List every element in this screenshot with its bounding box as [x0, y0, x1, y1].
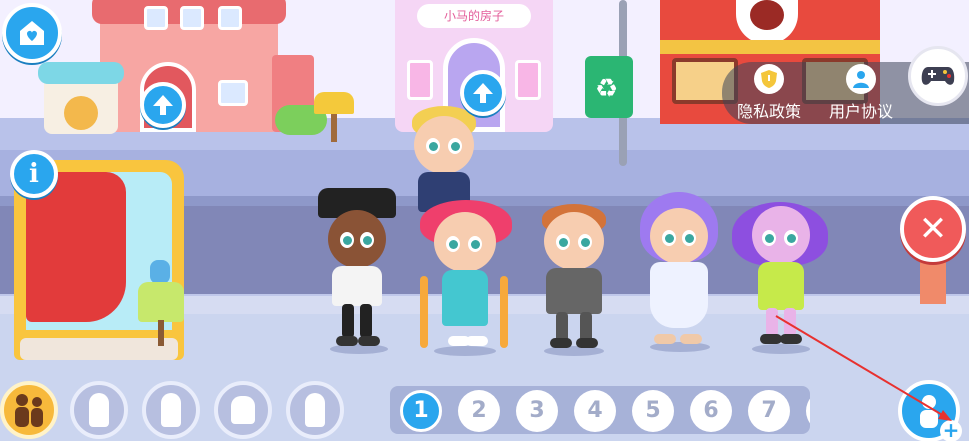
user-icon: [846, 64, 876, 94]
add-character-icon: [305, 393, 325, 427]
child-icon: [89, 393, 109, 427]
user-agreement-label: 用户协议: [828, 102, 893, 121]
close-button[interactable]: ✕: [900, 196, 966, 262]
category-child[interactable]: [70, 381, 128, 439]
privacy-policy-label: 隐私政策: [736, 102, 801, 121]
mailbox[interactable]: [314, 92, 354, 142]
plus-icon: +: [940, 420, 962, 441]
category-family[interactable]: [0, 381, 58, 439]
house-sign: 小马的房子: [417, 4, 531, 28]
outfit-mannequin[interactable]: [132, 260, 192, 350]
add-character-button[interactable]: +: [898, 380, 962, 441]
home-heart-icon: [20, 21, 44, 45]
arrow-up-icon: [473, 83, 493, 103]
privacy-policy-button[interactable]: 隐私政策: [730, 64, 808, 122]
family-icon: [15, 394, 43, 427]
arrow-up-icon: [153, 95, 173, 115]
character-girl-with-crutches[interactable]: [412, 200, 518, 360]
baby-icon: [231, 396, 255, 424]
adult-icon: [161, 393, 181, 427]
character-purple-pigtail-girl[interactable]: [732, 196, 828, 356]
pink-house[interactable]: [92, 0, 286, 132]
enter-pony-house-button[interactable]: [460, 70, 506, 116]
page-button-8-partial[interactable]: [806, 390, 810, 432]
character-ginger-boy[interactable]: [534, 204, 614, 358]
page-button-2[interactable]: 2: [458, 390, 500, 432]
close-icon: ✕: [918, 209, 948, 249]
dog-house[interactable]: [38, 62, 124, 134]
enter-pink-house-button[interactable]: [140, 82, 186, 128]
restaurant-logo: [736, 0, 798, 44]
category-baby[interactable]: [214, 381, 272, 439]
page-button-4[interactable]: 4: [574, 390, 616, 432]
info-button[interactable]: i: [10, 150, 58, 198]
character-purple-hair-girl[interactable]: [636, 192, 722, 354]
user-agreement-button[interactable]: 用户协议: [820, 64, 902, 122]
page-button-5[interactable]: 5: [632, 390, 674, 432]
home-button[interactable]: [2, 3, 62, 63]
game-controller-button[interactable]: [908, 46, 968, 106]
category-adult[interactable]: [142, 381, 200, 439]
recycle-bin[interactable]: [585, 56, 633, 118]
person-icon: [920, 395, 938, 428]
page-button-1[interactable]: 1: [400, 390, 442, 432]
info-icon: i: [29, 159, 39, 189]
category-add-character[interactable]: [286, 381, 344, 439]
shield-icon: [754, 64, 784, 94]
character-police-officer[interactable]: [312, 188, 402, 358]
page-button-3[interactable]: 3: [516, 390, 558, 432]
gamepad-icon: [921, 67, 955, 85]
page-button-7[interactable]: 7: [748, 390, 790, 432]
page-selector: 1 2 3 4 5 6 7: [390, 386, 810, 434]
page-button-6[interactable]: 6: [690, 390, 732, 432]
